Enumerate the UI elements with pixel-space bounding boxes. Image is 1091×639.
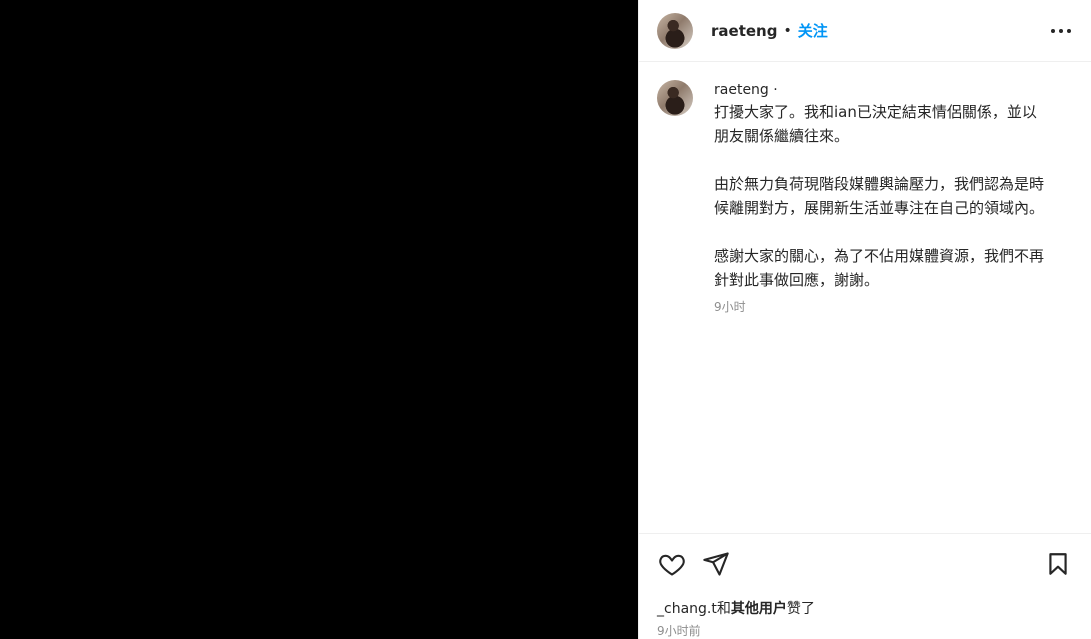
caption-avatar[interactable] <box>657 80 693 116</box>
heart-icon[interactable] <box>657 549 687 579</box>
caption-username[interactable]: raeteng · <box>714 80 1073 100</box>
comments-section: raeteng · 打擾大家了。我和ian已決定結束情侶關係，並以 朋友關係繼續… <box>639 62 1091 533</box>
follow-button[interactable]: 关注 <box>798 20 828 41</box>
send-icon[interactable] <box>701 549 731 579</box>
likes-others[interactable]: 其他用户 <box>731 601 787 617</box>
caption: raeteng · 打擾大家了。我和ian已決定結束情侶關係，並以 朋友關係繼續… <box>657 80 1073 315</box>
more-options-icon[interactable] <box>1049 19 1073 43</box>
bookmark-icon[interactable] <box>1043 549 1073 579</box>
post-media[interactable] <box>0 0 638 639</box>
header-username[interactable]: raeteng <box>711 22 777 40</box>
avatar[interactable] <box>657 12 693 49</box>
likes-connector: 和 <box>716 601 731 617</box>
caption-time: 9小时 <box>714 300 746 314</box>
post-header: raeteng • 关注 <box>639 0 1091 62</box>
action-icons <box>657 544 1073 584</box>
caption-text: 打擾大家了。我和ian已決定結束情侶關係，並以 朋友關係繼續往來。 由於無力負荷… <box>714 103 1045 289</box>
post-side-panel: raeteng • 关注 raeteng · 打擾大家了。我和ian已決定結束情… <box>638 0 1091 639</box>
likes-first-user[interactable]: _chang.t <box>657 601 717 617</box>
post-timestamp: 9小时前 <box>657 624 701 638</box>
header-separator: • <box>783 22 792 39</box>
post-viewer: raeteng • 关注 raeteng · 打擾大家了。我和ian已決定結束情… <box>0 0 1091 639</box>
post-actions: _chang.t和其他用户赞了 9小时前 <box>639 533 1091 639</box>
caption-body: raeteng · 打擾大家了。我和ian已決定結束情侶關係，並以 朋友關係繼續… <box>714 80 1073 315</box>
likes-summary: _chang.t和其他用户赞了 <box>657 598 1073 618</box>
likes-suffix: 赞了 <box>786 601 815 617</box>
